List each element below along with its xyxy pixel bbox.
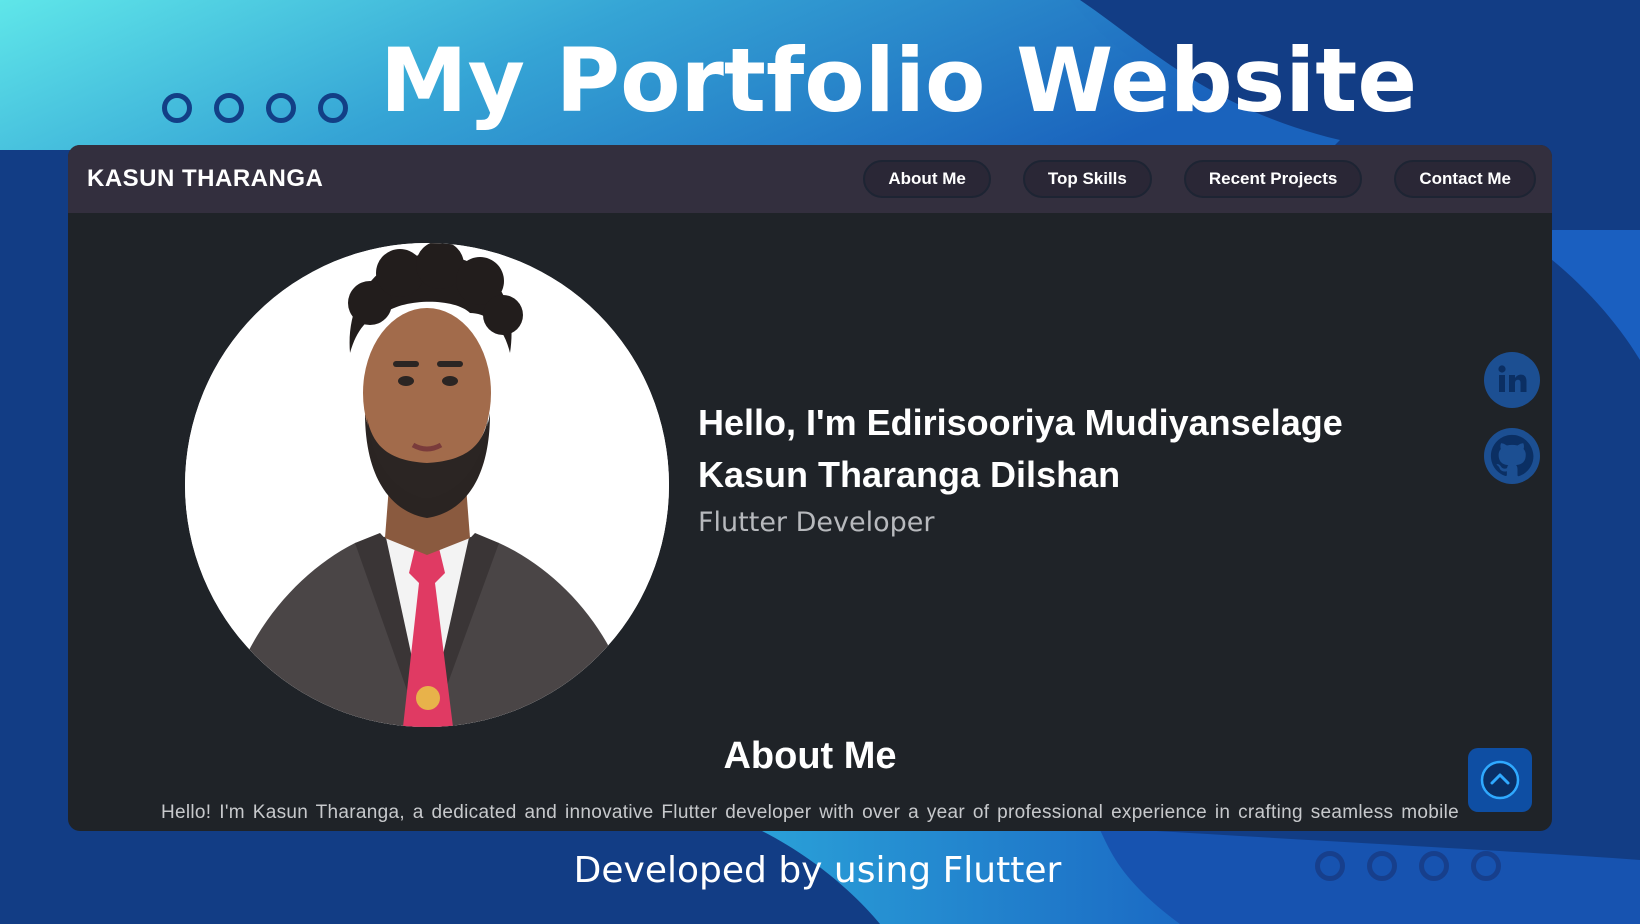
ring-icon — [1367, 851, 1397, 881]
github-button[interactable] — [1484, 428, 1540, 484]
nav-top-skills-button[interactable]: Top Skills — [1022, 160, 1152, 198]
chevron-up-icon — [1480, 760, 1520, 800]
about-paragraph: Hello! I'm Kasun Tharanga, a dedicated a… — [161, 802, 1459, 823]
hero-role: Flutter Developer — [698, 507, 935, 538]
hero-greeting: Hello, I'm Edirisooriya Mudiyanselage Ka… — [698, 402, 1343, 495]
promo-banner: My Portfolio Website KASUN THARANGA Abou… — [0, 0, 1640, 924]
decorative-rings-bottom — [1315, 851, 1501, 881]
ring-icon — [1419, 851, 1449, 881]
nav-contact-me-button[interactable]: Contact Me — [1394, 160, 1536, 198]
nav-bar: About Me Top Skills Recent Projects Cont… — [863, 160, 1536, 198]
linkedin-icon — [1498, 365, 1527, 392]
app-bar: KASUN THARANGA About Me Top Skills Recen… — [68, 145, 1552, 213]
scroll-to-top-button[interactable] — [1468, 748, 1532, 812]
ring-icon — [1315, 851, 1345, 881]
app-window: KASUN THARANGA About Me Top Skills Recen… — [68, 145, 1552, 831]
profile-photo — [185, 243, 669, 727]
banner-title: My Portfolio Website — [380, 29, 1418, 132]
nav-about-me-button[interactable]: About Me — [863, 160, 991, 198]
linkedin-button[interactable] — [1484, 352, 1540, 408]
profile-photo-illustration — [185, 243, 669, 727]
nav-recent-projects-button[interactable]: Recent Projects — [1183, 160, 1363, 198]
brand-name: KASUN THARANGA — [87, 165, 324, 192]
about-section-title: About Me — [723, 735, 897, 777]
ring-icon — [1471, 851, 1501, 881]
github-icon — [1490, 434, 1534, 477]
